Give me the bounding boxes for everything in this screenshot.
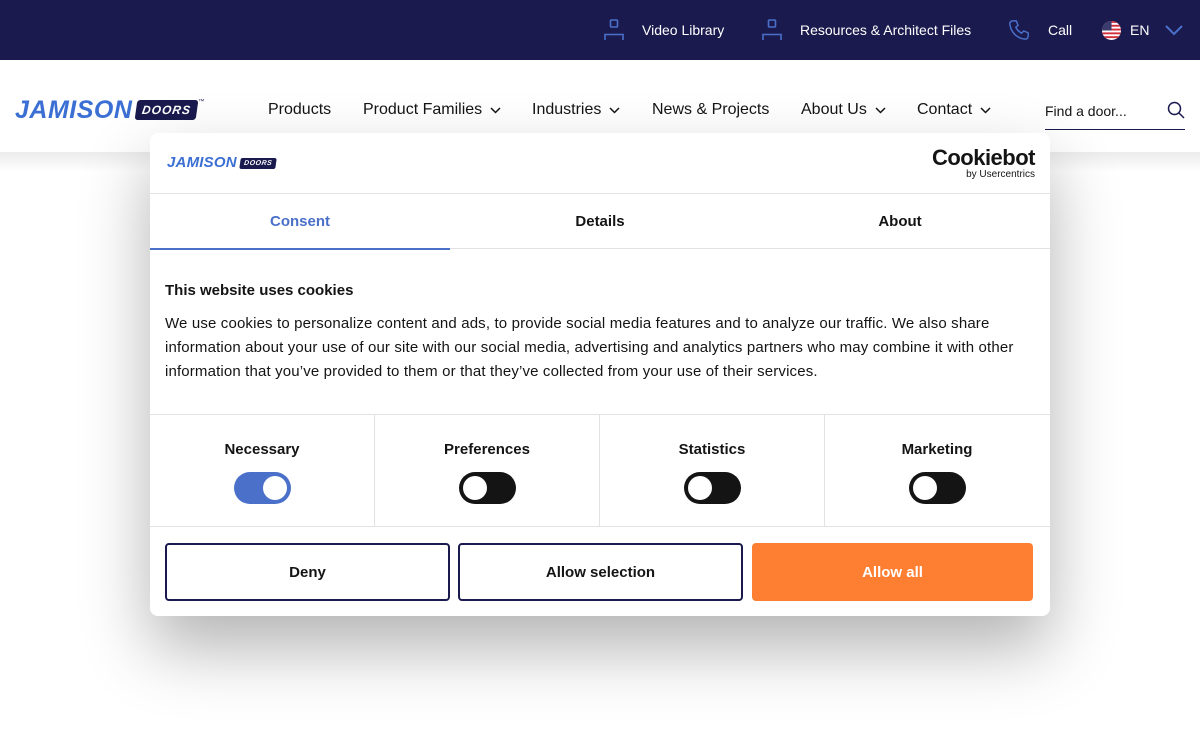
nav-products[interactable]: Products (268, 100, 331, 120)
toggle-knob (263, 476, 287, 500)
category-marketing-label: Marketing (901, 441, 973, 458)
consent-categories: Necessary Preferences Statistics Marketi… (150, 414, 1050, 527)
deny-button[interactable]: Deny (165, 543, 450, 601)
chevron-down-icon (609, 101, 620, 119)
logo-badge: DOORS (135, 100, 199, 120)
nav-industries[interactable]: Industries (532, 100, 620, 120)
dialog-jamison-logo: JAMISON DOORS (167, 154, 277, 171)
person-icon (604, 19, 624, 41)
dialog-header: JAMISON DOORS Cookiebot by Usercentrics (150, 133, 1050, 194)
video-library-label: Video Library (642, 22, 725, 38)
chevron-down-icon (875, 101, 886, 119)
person-icon (762, 19, 782, 41)
search-input[interactable] (1045, 100, 1160, 122)
cookiebot-brand-name: Cookiebot (931, 145, 1036, 170)
phone-icon (1008, 19, 1030, 41)
statistics-toggle[interactable] (684, 472, 741, 504)
resources-architect-files-link[interactable]: Resources & Architect Files (762, 0, 971, 60)
nav-about-us[interactable]: About Us (801, 100, 886, 120)
chevron-down-icon (490, 101, 501, 119)
nav-contact[interactable]: Contact (917, 100, 991, 120)
nav-about-us-label: About Us (801, 101, 867, 118)
nav-industries-label: Industries (532, 101, 602, 118)
nav-product-families-label: Product Families (363, 101, 483, 118)
us-flag-icon (1102, 20, 1121, 40)
call-label: Call (1048, 22, 1073, 38)
category-necessary-label: Necessary (224, 441, 300, 458)
search-icon[interactable] (1167, 101, 1185, 119)
marketing-toggle[interactable] (909, 472, 966, 504)
dialog-tabs: Consent Details About (150, 194, 1050, 250)
dialog-body-text: We use cookies to personalize content an… (165, 315, 1014, 380)
search-box (1045, 94, 1185, 130)
video-library-link[interactable]: Video Library (604, 0, 724, 60)
toggle-knob (463, 476, 487, 500)
top-utility-bar: Video Library Resources & Architect File… (0, 0, 1200, 60)
language-label: EN (1130, 22, 1150, 38)
jamison-doors-logo[interactable]: JAMISON DOORS ™ (15, 97, 204, 123)
category-preferences: Preferences (375, 415, 600, 527)
language-selector[interactable]: EN (1102, 0, 1184, 60)
chevron-down-icon (980, 101, 991, 119)
cookiebot-logo[interactable]: Cookiebot by Usercentrics (931, 145, 1036, 181)
logo-wordmark: JAMISON (15, 96, 133, 124)
category-statistics: Statistics (600, 415, 825, 527)
dialog-logo-badge: DOORS (238, 157, 277, 169)
nav-product-families[interactable]: Product Families (363, 100, 501, 120)
resources-label: Resources & Architect Files (800, 22, 972, 38)
chevron-down-icon (1165, 24, 1184, 36)
cookiebot-brand-sub: by Usercentrics (966, 169, 1035, 180)
necessary-toggle[interactable] (234, 472, 291, 504)
toggle-knob (913, 476, 937, 500)
category-preferences-label: Preferences (444, 441, 530, 458)
tab-consent[interactable]: Consent (150, 194, 450, 250)
dialog-title: This website uses cookies (165, 282, 354, 299)
logo-trademark: ™ (198, 99, 205, 105)
nav-news-projects[interactable]: News & Projects (652, 100, 769, 120)
category-statistics-label: Statistics (678, 441, 746, 458)
cookie-consent-dialog: JAMISON DOORS Cookiebot by Usercentrics … (150, 133, 1050, 616)
nav-contact-label: Contact (917, 101, 973, 118)
nav-news-projects-label: News & Projects (652, 101, 770, 118)
category-marketing: Marketing (825, 415, 1050, 527)
allow-selection-button[interactable]: Allow selection (458, 543, 743, 601)
tab-details[interactable]: Details (450, 194, 750, 249)
allow-all-button[interactable]: Allow all (752, 543, 1033, 601)
tab-about[interactable]: About (750, 194, 1050, 249)
preferences-toggle[interactable] (459, 472, 516, 504)
dialog-logo-wordmark: JAMISON (167, 154, 237, 171)
call-link[interactable]: Call (1008, 0, 1072, 60)
category-necessary: Necessary (150, 415, 375, 527)
toggle-knob (688, 476, 712, 500)
nav-products-label: Products (268, 101, 332, 118)
